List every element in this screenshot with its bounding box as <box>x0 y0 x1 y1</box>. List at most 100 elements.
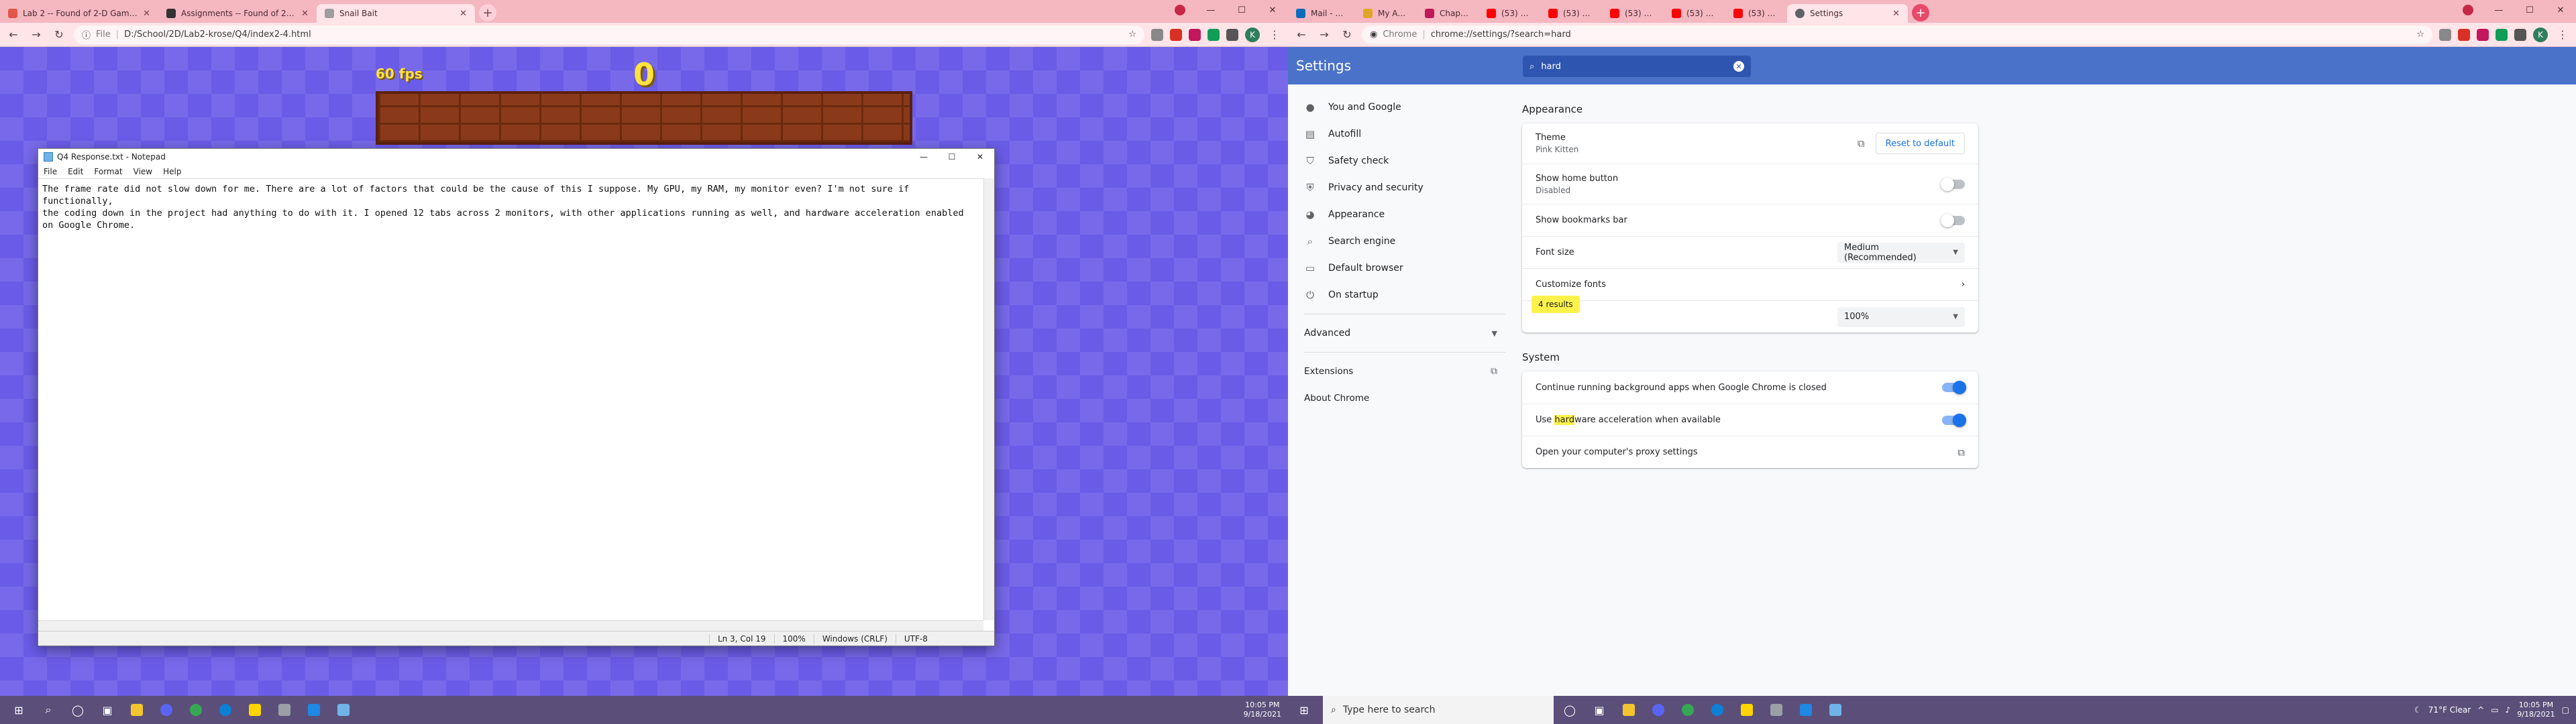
sidebar-item-about-chrome[interactable]: About Chrome <box>1288 385 1497 412</box>
menu-format[interactable]: Format <box>94 167 122 176</box>
volume-icon[interactable]: ♪ <box>2506 705 2511 715</box>
tab-assignments[interactable]: Assignments -- Found of 2-D Ga ✕ <box>158 4 317 23</box>
background-apps-row[interactable]: Continue running background apps when Go… <box>1522 371 1978 404</box>
sidebar-item-search-engine[interactable]: ⌕ Search engine <box>1288 228 1516 255</box>
tab-mail[interactable]: Mail - Katelyn Rose - ... <box>1288 4 1355 23</box>
menu-kebab-icon[interactable]: ⋮ <box>2555 27 2571 43</box>
game-canvas[interactable] <box>376 91 912 145</box>
customize-fonts-row[interactable]: Customize fonts › <box>1522 268 1978 300</box>
profile-badge-icon[interactable] <box>2453 0 2483 20</box>
sidebar-item-on-startup[interactable]: ⏻ On startup <box>1288 282 1516 308</box>
file-explorer-icon[interactable] <box>1615 697 1642 723</box>
taskbar-search-input[interactable]: ⌕ Type here to search <box>1323 696 1554 724</box>
start-button[interactable]: ⊞ <box>1288 697 1320 723</box>
sidebar-item-safety-check[interactable]: ⛉ Safety check <box>1288 147 1516 174</box>
minimize-button[interactable]: — <box>1195 0 1226 20</box>
proxy-settings-row[interactable]: Open your computer's proxy settings ⧉ <box>1522 436 1978 468</box>
task-view-icon[interactable]: ▣ <box>94 697 121 723</box>
close-window-button[interactable]: ✕ <box>2545 0 2576 20</box>
close-icon[interactable]: ✕ <box>460 9 467 19</box>
new-tab-button[interactable]: + <box>1912 4 1929 21</box>
bookmark-star-icon[interactable]: ☆ <box>2416 29 2424 40</box>
clock[interactable]: 10:05 PM 9/18/2021 <box>1244 701 1281 719</box>
sidebar-item-you-and-google[interactable]: ● You and Google <box>1288 94 1516 121</box>
page-zoom-select[interactable]: 100% ▼ <box>1837 306 1965 327</box>
security-icon[interactable] <box>271 697 298 723</box>
task-view-icon[interactable]: ▣ <box>1586 697 1613 723</box>
address-bar[interactable]: ◉ Chrome | chrome://settings/?search=har… <box>1362 25 2432 44</box>
close-icon[interactable]: ✕ <box>1892 9 1900 19</box>
bookmarks-bar-row[interactable]: Show bookmarks bar <box>1522 204 1978 236</box>
maximize-button[interactable]: ☐ <box>938 149 966 165</box>
network-icon[interactable]: ▭ <box>2491 705 2498 715</box>
sticky-notes-icon[interactable] <box>1733 697 1760 723</box>
clear-search-icon[interactable]: ✕ <box>1733 61 1744 72</box>
avatar[interactable]: K <box>2533 27 2548 42</box>
cortana-icon[interactable]: ◯ <box>1556 697 1583 723</box>
extension-icon[interactable] <box>2477 28 2489 41</box>
vertical-scrollbar[interactable] <box>983 178 994 620</box>
notepad-text-area[interactable]: The frame rate did not slow down for me.… <box>38 178 983 620</box>
forward-button[interactable]: → <box>28 27 44 43</box>
close-icon[interactable]: ✕ <box>143 9 150 19</box>
tab-music[interactable]: (53) Music to put you... <box>1602 4 1664 23</box>
extension-icon[interactable] <box>1226 28 1238 41</box>
tab-skyrim[interactable]: (53) Skyrim - Music &... <box>1479 4 1540 23</box>
chrome-icon[interactable] <box>182 697 209 723</box>
home-button-toggle[interactable] <box>1941 177 1965 191</box>
extension-icon[interactable] <box>1151 28 1163 41</box>
extension-icon[interactable] <box>2458 28 2470 41</box>
search-icon[interactable]: ⌕ <box>35 697 62 723</box>
menu-view[interactable]: View <box>133 167 152 176</box>
sidebar-advanced-toggle[interactable]: Advanced ▼ <box>1288 320 1497 347</box>
discord-icon[interactable] <box>153 697 180 723</box>
close-window-button[interactable]: ✕ <box>1257 0 1288 20</box>
discord-icon[interactable] <box>1645 697 1672 723</box>
vscode-icon[interactable] <box>301 697 327 723</box>
tab-lab2[interactable]: Lab 2 -- Found of 2-D Game Prog ✕ <box>0 4 158 23</box>
sidebar-item-privacy[interactable]: ⛨ Privacy and security <box>1288 174 1516 201</box>
notepad-taskbar-icon[interactable] <box>1822 697 1849 723</box>
bookmark-star-icon[interactable]: ☆ <box>1128 29 1136 40</box>
close-icon[interactable]: ✕ <box>301 9 309 19</box>
chevron-up-icon[interactable]: ^ <box>2477 705 2484 715</box>
edge-icon[interactable] <box>212 697 239 723</box>
vscode-icon[interactable] <box>1792 697 1819 723</box>
sticky-notes-icon[interactable] <box>241 697 268 723</box>
notepad-titlebar[interactable]: Q4 Response.txt - Notepad — ☐ ✕ <box>38 149 994 165</box>
extension-icon[interactable] <box>1170 28 1182 41</box>
extension-icon[interactable] <box>1189 28 1201 41</box>
cortana-icon[interactable]: ◯ <box>64 697 91 723</box>
extension-icon[interactable] <box>2439 28 2451 41</box>
edge-icon[interactable] <box>1704 697 1731 723</box>
reload-button[interactable]: ↻ <box>51 27 67 43</box>
maximize-button[interactable]: ☐ <box>1226 0 1257 20</box>
reset-theme-button[interactable]: Reset to default <box>1875 133 1965 154</box>
extension-icon[interactable] <box>2496 28 2508 41</box>
tab-galaxy-coding[interactable]: (53) Galaxy Coding Sc... <box>1725 4 1787 23</box>
menu-edit[interactable]: Edit <box>68 167 83 176</box>
tab-initiators[interactable]: (53) 5 Initiators V5 3... <box>1664 4 1725 23</box>
hardware-acceleration-row[interactable]: Use hardware acceleration when available <box>1522 404 1978 436</box>
menu-file[interactable]: File <box>44 167 57 176</box>
bookmarks-bar-toggle[interactable] <box>1941 213 1965 227</box>
tab-snail-bait[interactable]: Snail Bait ✕ <box>317 4 475 23</box>
notifications-icon[interactable]: ▢ <box>2562 705 2569 715</box>
avatar[interactable]: K <box>1245 27 1260 42</box>
sidebar-item-appearance[interactable]: ◕ Appearance <box>1288 201 1516 228</box>
tab-my-account[interactable]: My Account <box>1355 4 1417 23</box>
reload-button[interactable]: ↻ <box>1339 27 1355 43</box>
minimize-button[interactable]: — <box>910 149 938 165</box>
new-tab-button[interactable]: + <box>479 4 496 21</box>
notepad-taskbar-icon[interactable] <box>330 697 357 723</box>
profile-badge-icon[interactable] <box>1165 0 1195 20</box>
close-window-button[interactable]: ✕ <box>966 149 994 165</box>
security-icon[interactable] <box>1763 697 1790 723</box>
extension-icon[interactable] <box>1208 28 1220 41</box>
home-button-row[interactable]: Show home button Disabled <box>1522 164 1978 204</box>
chrome-icon[interactable] <box>1674 697 1701 723</box>
tab-chapter3[interactable]: Chapter 3: Graphics a... <box>1417 4 1479 23</box>
weather-icon[interactable]: ☾ <box>2414 705 2422 715</box>
clock[interactable]: 10:05 PM 9/18/2021 <box>2517 701 2555 719</box>
forward-button[interactable]: → <box>1316 27 1332 43</box>
